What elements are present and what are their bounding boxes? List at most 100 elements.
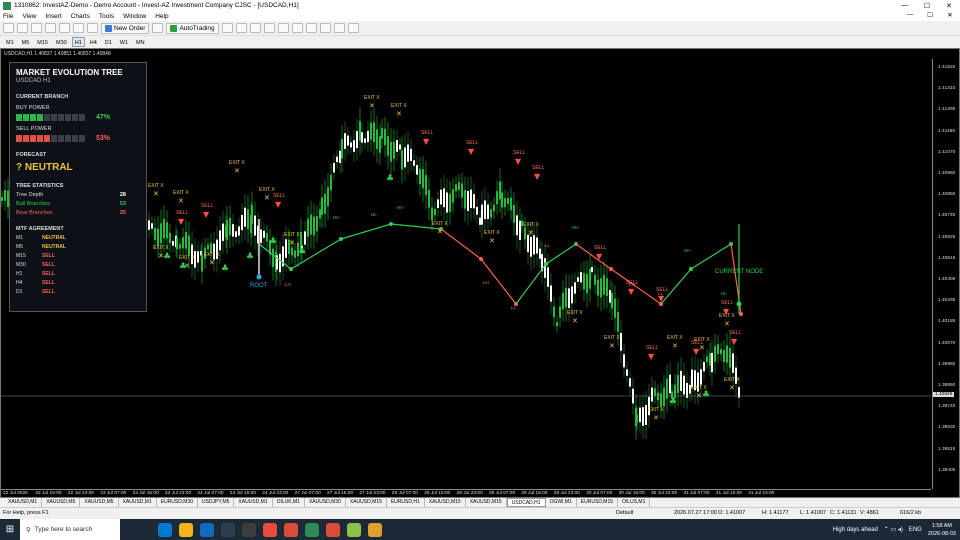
swing-label: LL — [511, 305, 517, 310]
profiles-icon[interactable] — [17, 23, 28, 33]
tree-branch — [340, 223, 392, 240]
new-order-button[interactable]: New Order — [101, 22, 150, 34]
tile-windows-icon[interactable] — [291, 23, 303, 33]
language-indicator[interactable]: ENG — [909, 527, 922, 533]
weather-widget[interactable]: High days ahead — [833, 527, 878, 533]
connection-status[interactable]: 616/2 kb — [900, 510, 921, 516]
chrome-icon-2[interactable] — [326, 522, 340, 537]
data-window-icon[interactable] — [45, 23, 56, 33]
candle-body — [559, 306, 561, 318]
close-button[interactable]: ✕ — [938, 0, 960, 11]
sell-power-bar: 53% — [16, 135, 140, 142]
metaeditor-icon[interactable] — [152, 23, 164, 33]
chart-tab[interactable]: XAUUSD,M30 — [305, 498, 346, 507]
app-icon-2[interactable] — [221, 522, 235, 537]
chart-tab[interactable]: XAUUSD,M1 — [4, 498, 43, 507]
app-icon-4[interactable] — [263, 522, 277, 537]
exit-x-icon: ✕ — [724, 321, 730, 328]
exit-x-icon: ✕ — [696, 393, 702, 400]
chart-tab[interactable]: EURUSD,H1 — [387, 498, 425, 507]
app-icon-6[interactable] — [368, 522, 382, 537]
menu-window-btn-2[interactable]: ✕ — [940, 11, 960, 19]
chart-tab[interactable]: OILUS,M1 — [618, 498, 651, 507]
chart-shift-icon[interactable] — [305, 23, 317, 33]
timeframe-m5[interactable]: M5 — [19, 37, 33, 47]
timeframe-m30[interactable]: M30 — [53, 37, 70, 47]
auto-trading-button[interactable]: AutoTrading — [166, 22, 219, 34]
windows-start-icon[interactable]: ⊞ — [0, 519, 20, 540]
mtf-timeframe: M30 — [16, 262, 26, 268]
periods-icon[interactable] — [333, 23, 345, 33]
timeframe-w1[interactable]: W1 — [117, 37, 131, 47]
candle-body — [732, 353, 734, 373]
navigator-icon[interactable] — [59, 23, 70, 33]
templates-icon[interactable] — [347, 23, 359, 33]
mtf-row: M15 SELL — [16, 253, 140, 259]
edge-icon[interactable] — [158, 522, 172, 537]
candlestick-icon[interactable] — [235, 23, 247, 33]
timeframe-d1[interactable]: D1 — [102, 37, 115, 47]
menu-insert[interactable]: Insert — [45, 13, 61, 20]
time-tick: 28 Jul 07:00 — [391, 491, 418, 496]
sell-arrow-icon: ▼ — [275, 200, 282, 209]
chrome-icon[interactable] — [284, 522, 298, 537]
chart-tab[interactable]: OGWI,M1 — [546, 498, 577, 507]
metatrader-icon[interactable] — [305, 522, 319, 537]
chart-tab[interactable]: USDJPY,M5 — [198, 498, 235, 507]
stat-row: Tree Depth 28 — [16, 192, 126, 198]
taskbar-search[interactable]: ⚲ Type here to search — [20, 519, 120, 540]
chart-tab[interactable]: XAUUSD,M5 — [80, 498, 119, 507]
price-tick: 1.40850 — [938, 192, 956, 198]
timeframe-m15[interactable]: M15 — [34, 37, 51, 47]
zoom-out-icon[interactable] — [277, 23, 289, 33]
line-chart-icon[interactable] — [249, 23, 261, 33]
zoom-in-icon[interactable] — [263, 23, 275, 33]
timeframe-h1[interactable]: H1 — [71, 37, 85, 47]
chart-tab[interactable]: XAUUSD,M15 — [466, 498, 507, 507]
store-icon[interactable] — [200, 522, 214, 537]
bar-chart-icon[interactable] — [221, 23, 233, 33]
price-tick: 1.41070 — [938, 149, 956, 155]
chart-tab[interactable]: USDCAD,H1 — [506, 498, 546, 507]
chart-tab[interactable]: EURUSD,M30 — [157, 498, 198, 507]
price-scale[interactable]: 1.41520 1.41410 1.41295 1.41185 1.41070 1.409… — [932, 59, 959, 489]
timeframe-mn[interactable]: MN — [133, 37, 148, 47]
chart-tab[interactable]: XAUUSD,M15 — [346, 498, 387, 507]
timeframe-h4[interactable]: H4 — [87, 37, 100, 47]
terminal-icon[interactable] — [73, 23, 84, 33]
chart-window[interactable]: USDCAD,H1 1.40837 1.40851 1.40837 1.4084… — [0, 48, 960, 498]
candle-body — [490, 209, 492, 218]
app-icon-3[interactable] — [242, 522, 256, 537]
tester-icon[interactable] — [87, 23, 98, 33]
chart-tab[interactable]: XAUUSD,M1 — [119, 498, 157, 507]
menu-charts[interactable]: Charts — [71, 13, 90, 20]
menu-file[interactable]: File — [3, 13, 13, 20]
chart-tab[interactable]: XAUUSD,M1 — [234, 498, 273, 507]
clock[interactable]: 1:58 AM 2026-08-03 — [928, 522, 956, 538]
app-icon-5[interactable] — [347, 522, 361, 537]
menu-view[interactable]: View — [22, 13, 36, 20]
maximize-button[interactable]: ☐ — [916, 0, 938, 11]
chart-tab[interactable]: XAUUSD,M5 — [42, 498, 81, 507]
explorer-icon[interactable] — [179, 522, 193, 537]
menu-help[interactable]: Help — [155, 13, 168, 20]
menu-tools[interactable]: Tools — [99, 13, 114, 20]
minimize-button[interactable]: — — [894, 0, 916, 11]
chart-tab[interactable]: XAUUSD,M15 — [425, 498, 466, 507]
chart-tab[interactable]: EURUSD,M15 — [577, 498, 619, 507]
candle-body — [347, 135, 349, 146]
menu-window-btn-0[interactable]: — — [900, 11, 920, 19]
timeframe-m1[interactable]: M1 — [3, 37, 17, 47]
market-watch-icon[interactable] — [31, 23, 42, 33]
sell-signal-label: SELL — [201, 203, 213, 209]
new-chart-icon[interactable] — [3, 23, 14, 33]
menu-window-btn-1[interactable]: ☐ — [920, 11, 940, 19]
candle-body — [260, 229, 262, 243]
menu-window[interactable]: Window — [123, 13, 146, 20]
indicators-icon[interactable] — [319, 23, 331, 33]
candle-body — [185, 232, 187, 249]
candle-body — [660, 393, 662, 408]
chart-tab[interactable]: OILUK,M1 — [273, 498, 305, 507]
tray-icons[interactable]: ⌃ ▭ ◂) — [884, 526, 903, 533]
stat-row: Bull Branches 53 — [16, 201, 126, 207]
